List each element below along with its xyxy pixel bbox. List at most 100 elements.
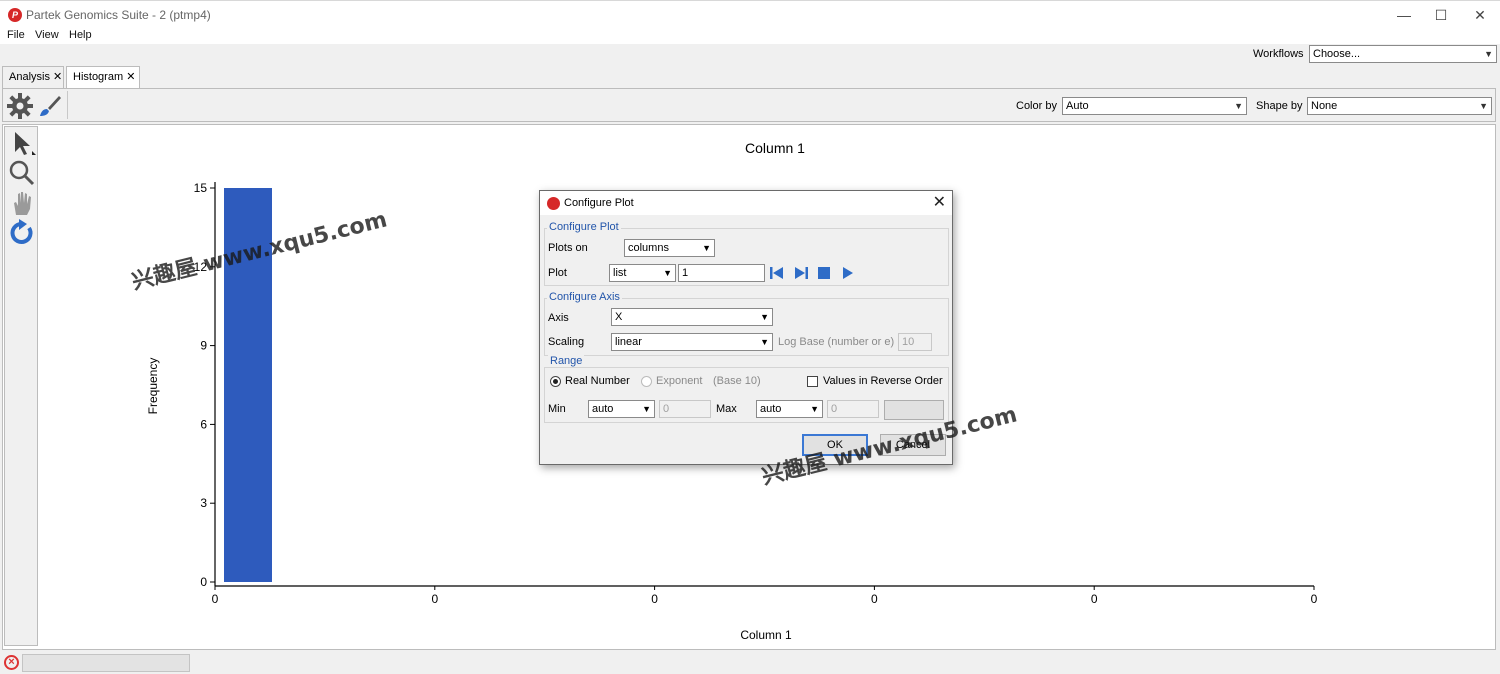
x-tick-label: 0 <box>1311 592 1318 606</box>
configure-axis-header: Configure Axis <box>547 291 622 303</box>
tab-histogram-label: Histogram <box>73 71 124 83</box>
x-tick-label: 0 <box>871 592 878 606</box>
configure-plot-header: Configure Plot <box>547 221 621 233</box>
chevron-down-icon: ▼ <box>1234 101 1243 111</box>
x-axis-label: Column 1 <box>740 628 792 642</box>
chevron-down-icon: ▼ <box>663 268 672 278</box>
title-bar: P Partek Genomics Suite - 2 (ptmp4) — ☐ … <box>0 0 1500 28</box>
configure-plot-dialog: Configure Plot ✕ Configure Plot Plots on… <box>539 190 953 465</box>
chevron-down-icon: ▼ <box>760 312 769 322</box>
y-tick-label: 15 <box>194 181 208 195</box>
max-mode-select[interactable]: auto ▼ <box>756 400 823 418</box>
tab-close-icon[interactable]: ✕ <box>126 71 135 83</box>
workflows-select-value: Choose... <box>1313 48 1361 60</box>
chevron-down-icon: ▼ <box>1484 49 1493 59</box>
app-logo-icon: P <box>8 8 22 22</box>
plots-on-label: Plots on <box>548 242 588 254</box>
axis-value: X <box>615 311 623 323</box>
dialog-close-button[interactable]: ✕ <box>933 193 946 213</box>
axis-label: Axis <box>548 312 569 324</box>
plot-index-input[interactable]: 1 <box>678 264 765 282</box>
y-tick-label: 3 <box>200 496 207 510</box>
log-base-input[interactable]: 10 <box>898 333 932 351</box>
shape-by-select[interactable]: None ▼ <box>1307 97 1492 115</box>
reset-icon[interactable] <box>8 219 36 247</box>
exponent-label: Exponent <box>656 375 703 387</box>
status-field <box>22 654 190 672</box>
min-mode-value: auto <box>592 403 614 415</box>
tab-histogram[interactable]: Histogram ✕ <box>66 66 140 88</box>
real-number-label: Real Number <box>565 375 630 387</box>
menu-file[interactable]: File <box>7 28 25 42</box>
min-mode-select[interactable]: auto ▼ <box>588 400 655 418</box>
base-note: (Base 10) <box>713 375 761 387</box>
paintbrush-icon[interactable] <box>37 93 63 119</box>
log-base-label: Log Base (number or e) <box>778 336 895 348</box>
dialog-title: Configure Plot <box>564 197 634 209</box>
pointer-icon[interactable] <box>8 129 36 157</box>
stop-icon[interactable] <box>817 266 831 280</box>
y-tick-label: 0 <box>200 575 207 589</box>
x-tick-label: 0 <box>651 592 658 606</box>
last-plot-icon[interactable] <box>793 266 809 280</box>
shape-by-label: Shape by <box>1256 100 1303 112</box>
real-number-radio[interactable] <box>550 376 561 387</box>
zoom-icon[interactable] <box>8 159 36 187</box>
gear-icon[interactable] <box>6 92 34 120</box>
exponent-radio[interactable] <box>641 376 652 387</box>
max-label: Max <box>716 403 737 415</box>
y-tick-label: 6 <box>200 417 207 431</box>
y-tick-label: 9 <box>200 339 207 353</box>
reverse-order-label: Values in Reverse Order <box>823 375 943 387</box>
first-plot-icon[interactable] <box>769 266 785 280</box>
plot-mode-select[interactable]: list ▼ <box>609 264 676 282</box>
plot-label: Plot <box>548 267 567 279</box>
plot-mode-value: list <box>613 267 627 279</box>
menu-help[interactable]: Help <box>69 28 92 42</box>
x-tick-label: 0 <box>212 592 219 606</box>
error-icon[interactable]: × <box>4 655 19 670</box>
workflows-label: Workflows <box>1253 48 1304 60</box>
window-title: Partek Genomics Suite - 2 (ptmp4) <box>26 8 211 22</box>
plots-on-select[interactable]: columns ▼ <box>624 239 715 257</box>
minimize-button[interactable]: — <box>1389 5 1419 25</box>
min-value: 0 <box>663 403 670 415</box>
plot-toolbar: Color by Auto ▼ Shape by None ▼ <box>2 88 1496 122</box>
chevron-down-icon: ▼ <box>642 404 651 414</box>
log-base-value: 10 <box>902 336 915 348</box>
close-window-button[interactable]: ✕ <box>1465 5 1495 25</box>
tab-close-icon[interactable]: ✕ <box>53 71 62 83</box>
play-icon[interactable] <box>841 266 855 280</box>
app-logo-icon <box>547 197 560 210</box>
dialog-title-bar: Configure Plot ✕ <box>540 191 952 215</box>
menu-view[interactable]: View <box>35 28 59 42</box>
range-header: Range <box>548 355 585 367</box>
shape-by-value: None <box>1311 100 1338 112</box>
scaling-value: linear <box>615 336 642 348</box>
max-mode-value: auto <box>760 403 782 415</box>
chevron-down-icon: ▼ <box>1479 101 1488 111</box>
min-value-input[interactable]: 0 <box>659 400 711 418</box>
maximize-button[interactable]: ☐ <box>1426 5 1456 25</box>
axis-select[interactable]: X ▼ <box>611 308 773 326</box>
color-by-select[interactable]: Auto ▼ <box>1062 97 1247 115</box>
chevron-down-icon: ▼ <box>760 337 769 347</box>
scaling-label: Scaling <box>548 336 585 348</box>
x-tick-label: 0 <box>1091 592 1098 606</box>
toolbar-separator <box>67 91 68 119</box>
tab-analysis[interactable]: Analysis ✕ <box>2 66 64 88</box>
tab-analysis-label: Analysis <box>9 71 50 83</box>
max-value: 0 <box>831 403 838 415</box>
max-value-input[interactable]: 0 <box>827 400 879 418</box>
min-label: Min <box>548 403 566 415</box>
plots-on-value: columns <box>628 242 669 254</box>
scaling-select[interactable]: linear ▼ <box>611 333 773 351</box>
workflows-select[interactable]: Choose... ▼ <box>1309 45 1497 63</box>
chevron-down-icon: ▼ <box>702 243 711 253</box>
reverse-order-checkbox[interactable] <box>807 376 818 387</box>
chevron-down-icon: ▼ <box>810 404 819 414</box>
pan-hand-icon[interactable] <box>8 189 36 217</box>
status-bar: × <box>0 652 1500 674</box>
y-axis-label: Frequency <box>146 358 160 415</box>
x-tick-label: 0 <box>431 592 438 606</box>
